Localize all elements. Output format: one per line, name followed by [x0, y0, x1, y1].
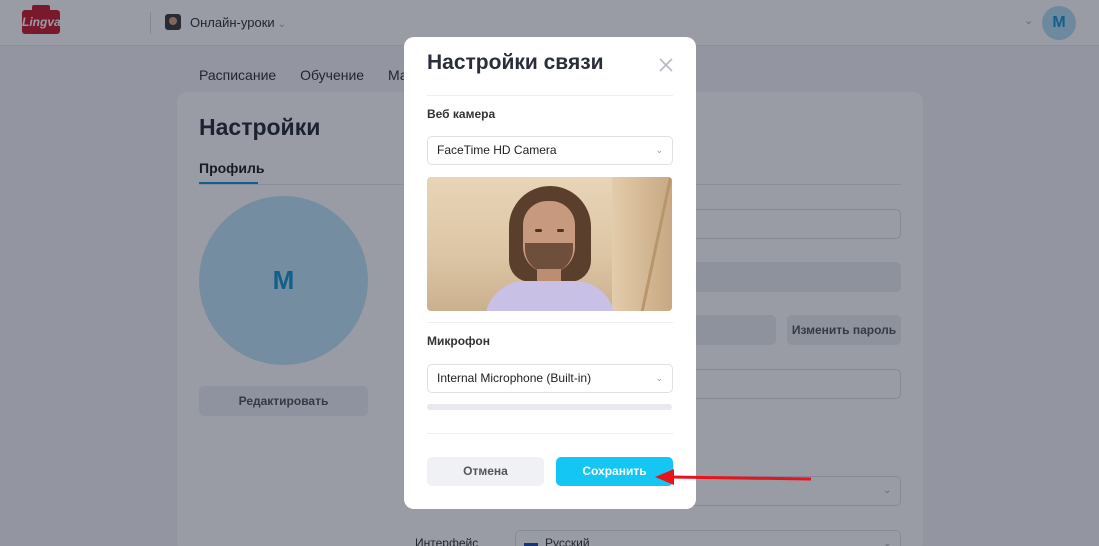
webcam-label: Веб камера	[427, 107, 496, 121]
microphone-select[interactable]: Internal Microphone (Built-in) ⌄	[427, 364, 673, 393]
modal-divider	[427, 433, 673, 434]
connection-settings-modal: Настройки связи Веб камера FaceTime HD C…	[404, 37, 696, 509]
modal-divider	[427, 95, 673, 96]
modal-divider	[427, 322, 673, 323]
close-icon[interactable]	[656, 55, 676, 75]
microphone-level-bar	[427, 404, 672, 410]
microphone-value: Internal Microphone (Built-in)	[437, 371, 592, 385]
microphone-label: Микрофон	[427, 334, 490, 348]
cancel-button[interactable]: Отмена	[427, 457, 544, 486]
chevron-down-icon: ⌄	[655, 373, 663, 383]
modal-title: Настройки связи	[427, 51, 604, 74]
chevron-down-icon: ⌄	[655, 145, 663, 155]
webcam-value: FaceTime HD Camera	[437, 143, 557, 157]
webcam-preview	[427, 177, 672, 311]
webcam-select[interactable]: FaceTime HD Camera ⌄	[427, 136, 673, 165]
save-button[interactable]: Сохранить	[556, 457, 673, 486]
